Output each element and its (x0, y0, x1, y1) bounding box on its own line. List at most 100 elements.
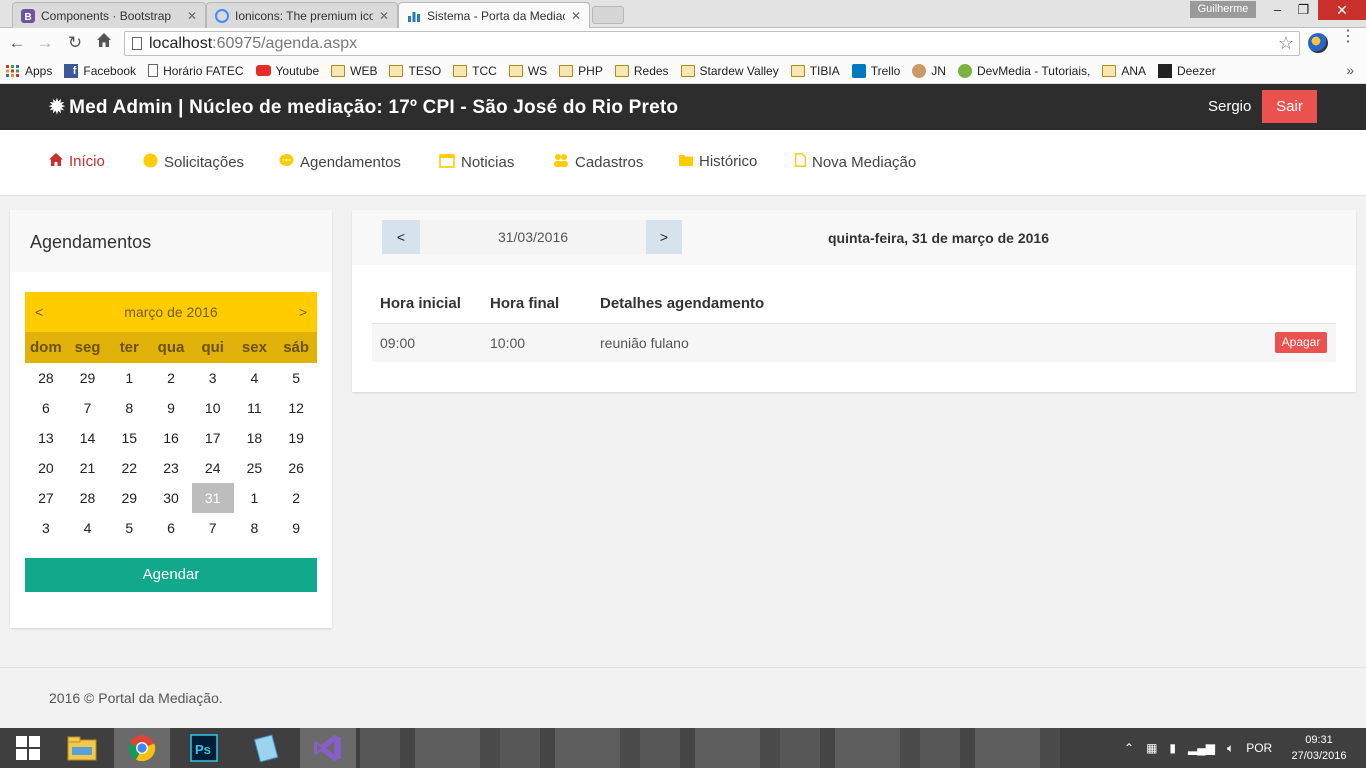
home-icon[interactable] (93, 32, 115, 54)
chrome-taskbar-icon[interactable] (114, 728, 170, 768)
calendar-day[interactable]: 18 (234, 423, 276, 453)
profile-name[interactable]: Guilherme (1190, 1, 1256, 18)
calendar-day[interactable]: 25 (234, 453, 276, 483)
calendar-day[interactable]: 8 (234, 513, 276, 543)
nav-item-inicio[interactable]: Início (49, 153, 105, 170)
browser-tab-ionicons[interactable]: Ionicons: The premium ico ✕ (206, 2, 398, 28)
nav-item-nova-mediacao[interactable]: Nova Mediação (795, 153, 916, 171)
calendar-prev-button[interactable]: < (35, 304, 43, 320)
schedule-button[interactable]: Agendar (25, 558, 317, 592)
bookmark-ana[interactable]: ANA (1102, 64, 1146, 78)
windows-start-icon[interactable] (0, 728, 56, 768)
forward-arrow-icon[interactable]: → (34, 32, 56, 54)
reload-icon[interactable]: ↻ (64, 32, 86, 54)
calendar-day[interactable]: 29 (108, 483, 150, 513)
calendar-day[interactable]: 9 (275, 513, 317, 543)
nav-item-agendamentos[interactable]: Agendamentos (279, 153, 401, 172)
tab-close-icon[interactable]: ✕ (379, 9, 389, 23)
nav-item-solicitacoes[interactable]: Solicitações (143, 153, 244, 172)
next-day-button[interactable]: > (646, 220, 682, 254)
bookmark-star-icon[interactable]: ☆ (1278, 32, 1294, 55)
window-close-icon[interactable]: ✕ (1318, 0, 1366, 20)
calendar-day[interactable]: 6 (150, 513, 192, 543)
calendar-day[interactable]: 31 (191, 483, 234, 513)
calendar-day[interactable]: 3 (25, 513, 67, 543)
brand[interactable]: ✹ Med Admin | Núcleo de mediação: 17º CPI… (49, 96, 678, 119)
battery-icon[interactable]: ▮ (1169, 741, 1176, 755)
calendar-day[interactable]: 5 (275, 363, 317, 393)
calendar-day[interactable]: 21 (67, 453, 109, 483)
nav-item-historico[interactable]: Histórico (679, 153, 757, 170)
tab-close-icon[interactable]: ✕ (571, 9, 581, 23)
chrome-menu-icon[interactable]: ⋮ (1340, 29, 1356, 45)
calendar-day[interactable]: 9 (150, 393, 192, 423)
calendar-month-label[interactable]: março de 2016 (124, 304, 217, 320)
bookmark-deezer[interactable]: Deezer (1158, 63, 1216, 78)
network-icon[interactable]: ▦ (1146, 741, 1157, 755)
bookmark-ws[interactable]: WS (508, 64, 547, 78)
bookmark-redes[interactable]: Redes (614, 64, 669, 78)
address-bar[interactable]: localhost:60975/agenda.aspx ☆ (124, 31, 1300, 56)
calendar-day[interactable]: 10 (192, 393, 234, 423)
calendar-day[interactable]: 4 (234, 363, 276, 393)
calendar-day[interactable]: 26 (275, 453, 317, 483)
calendar-day[interactable]: 1 (234, 483, 276, 513)
new-tab-button[interactable] (592, 6, 624, 24)
calendar-day[interactable]: 19 (275, 423, 317, 453)
browser-tab-bootstrap[interactable]: B Components · Bootstrap ✕ (12, 2, 206, 28)
calendar-day[interactable]: 15 (108, 423, 150, 453)
bookmark-youtube[interactable]: Youtube (255, 64, 319, 78)
bookmark-facebook[interactable]: f Facebook (64, 63, 136, 78)
calendar-day[interactable]: 3 (192, 363, 234, 393)
system-clock[interactable]: 09:31 27/03/2016 (1288, 732, 1350, 764)
calendar-day[interactable]: 28 (25, 363, 67, 393)
calendar-day[interactable]: 22 (108, 453, 150, 483)
calendar-day[interactable]: 24 (192, 453, 234, 483)
visual-studio-icon[interactable] (300, 728, 356, 768)
chevron-up-icon[interactable]: ⌃ (1124, 741, 1134, 755)
delete-button[interactable]: Apagar (1275, 332, 1327, 354)
calendar-day[interactable]: 8 (108, 393, 150, 423)
volume-icon[interactable]: 🔈︎ (1227, 741, 1234, 756)
notepad-icon[interactable] (238, 728, 294, 768)
bookmark-jn[interactable]: JN (912, 63, 946, 78)
calendar-day[interactable]: 2 (150, 363, 192, 393)
calendar-day[interactable]: 4 (67, 513, 109, 543)
calendar-next-button[interactable]: > (299, 304, 307, 320)
photoshop-icon[interactable]: Ps (176, 728, 232, 768)
extension-icon[interactable] (1308, 33, 1328, 53)
bookmark-devmedia[interactable]: DevMedia - Tutoriais, (957, 63, 1090, 78)
nav-item-noticias[interactable]: Noticias (439, 153, 514, 172)
maximize-icon[interactable]: ❐ (1290, 0, 1317, 20)
bookmark-tibia[interactable]: TIBIA (790, 64, 840, 78)
bookmark-horario-fatec[interactable]: Horário FATEC (148, 64, 244, 78)
tab-close-icon[interactable]: ✕ (187, 9, 197, 23)
calendar-day[interactable]: 28 (67, 483, 109, 513)
calendar-day[interactable]: 20 (25, 453, 67, 483)
bookmark-tcc[interactable]: TCC (453, 64, 497, 78)
calendar-day[interactable]: 2 (275, 483, 317, 513)
bookmark-apps[interactable]: Apps (6, 64, 52, 78)
calendar-day[interactable]: 17 (192, 423, 234, 453)
calendar-day[interactable]: 29 (67, 363, 109, 393)
file-explorer-icon[interactable] (54, 728, 110, 768)
calendar-day[interactable]: 13 (25, 423, 67, 453)
signal-icon[interactable]: ▂▄▆ (1188, 741, 1215, 755)
calendar-day[interactable]: 7 (67, 393, 109, 423)
calendar-day[interactable]: 12 (275, 393, 317, 423)
calendar-day[interactable]: 6 (25, 393, 67, 423)
calendar-day[interactable]: 11 (234, 393, 276, 423)
minimize-icon[interactable]: – (1264, 0, 1291, 20)
prev-day-button[interactable]: < (382, 220, 420, 254)
calendar-day[interactable]: 16 (150, 423, 192, 453)
input-language[interactable]: POR (1246, 741, 1272, 755)
calendar-day[interactable]: 30 (150, 483, 192, 513)
bookmark-web[interactable]: WEB (331, 64, 377, 78)
calendar-day[interactable]: 5 (108, 513, 150, 543)
logout-button[interactable]: Sair (1262, 90, 1317, 123)
calendar-day[interactable]: 14 (67, 423, 109, 453)
calendar-day[interactable]: 27 (25, 483, 67, 513)
bookmark-php[interactable]: PHP (559, 64, 603, 78)
nav-item-cadastros[interactable]: Cadastros (553, 153, 643, 171)
back-arrow-icon[interactable]: ← (6, 32, 28, 54)
